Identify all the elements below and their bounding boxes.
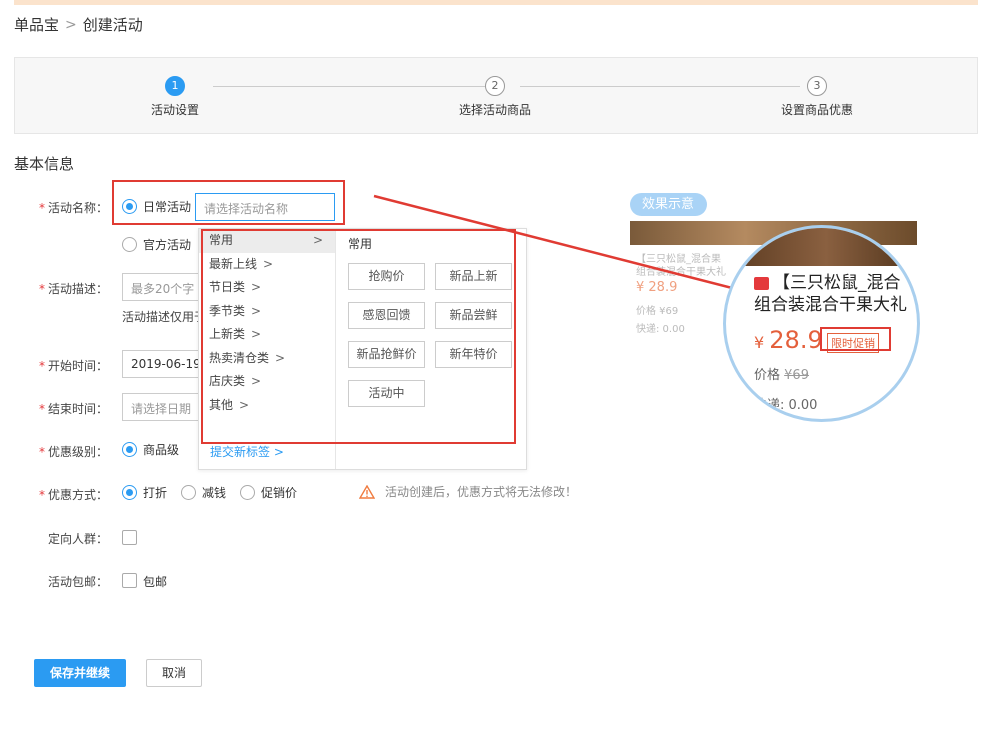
zoom-product-title: 【三只松鼠_混合 组合装混合干果大礼 [754, 273, 907, 315]
zoom-orig-price: 价格 ¥69 [754, 368, 809, 383]
tmall-icon [754, 276, 769, 290]
preview-zoom-lens: 【三只松鼠_混合 组合装混合干果大礼 ¥ 28.9 限时促销 价格 ¥69 快递… [723, 225, 920, 422]
highlight-box-tag [820, 327, 891, 351]
cancel-button[interactable]: 取消 [146, 659, 202, 687]
save-continue-button[interactable]: 保存并继续 [34, 659, 126, 687]
zoom-product-image [726, 228, 917, 266]
zoom-price: ¥ 28.9 [754, 326, 823, 354]
zoom-shipping: 快递: 0.00 [754, 398, 818, 413]
